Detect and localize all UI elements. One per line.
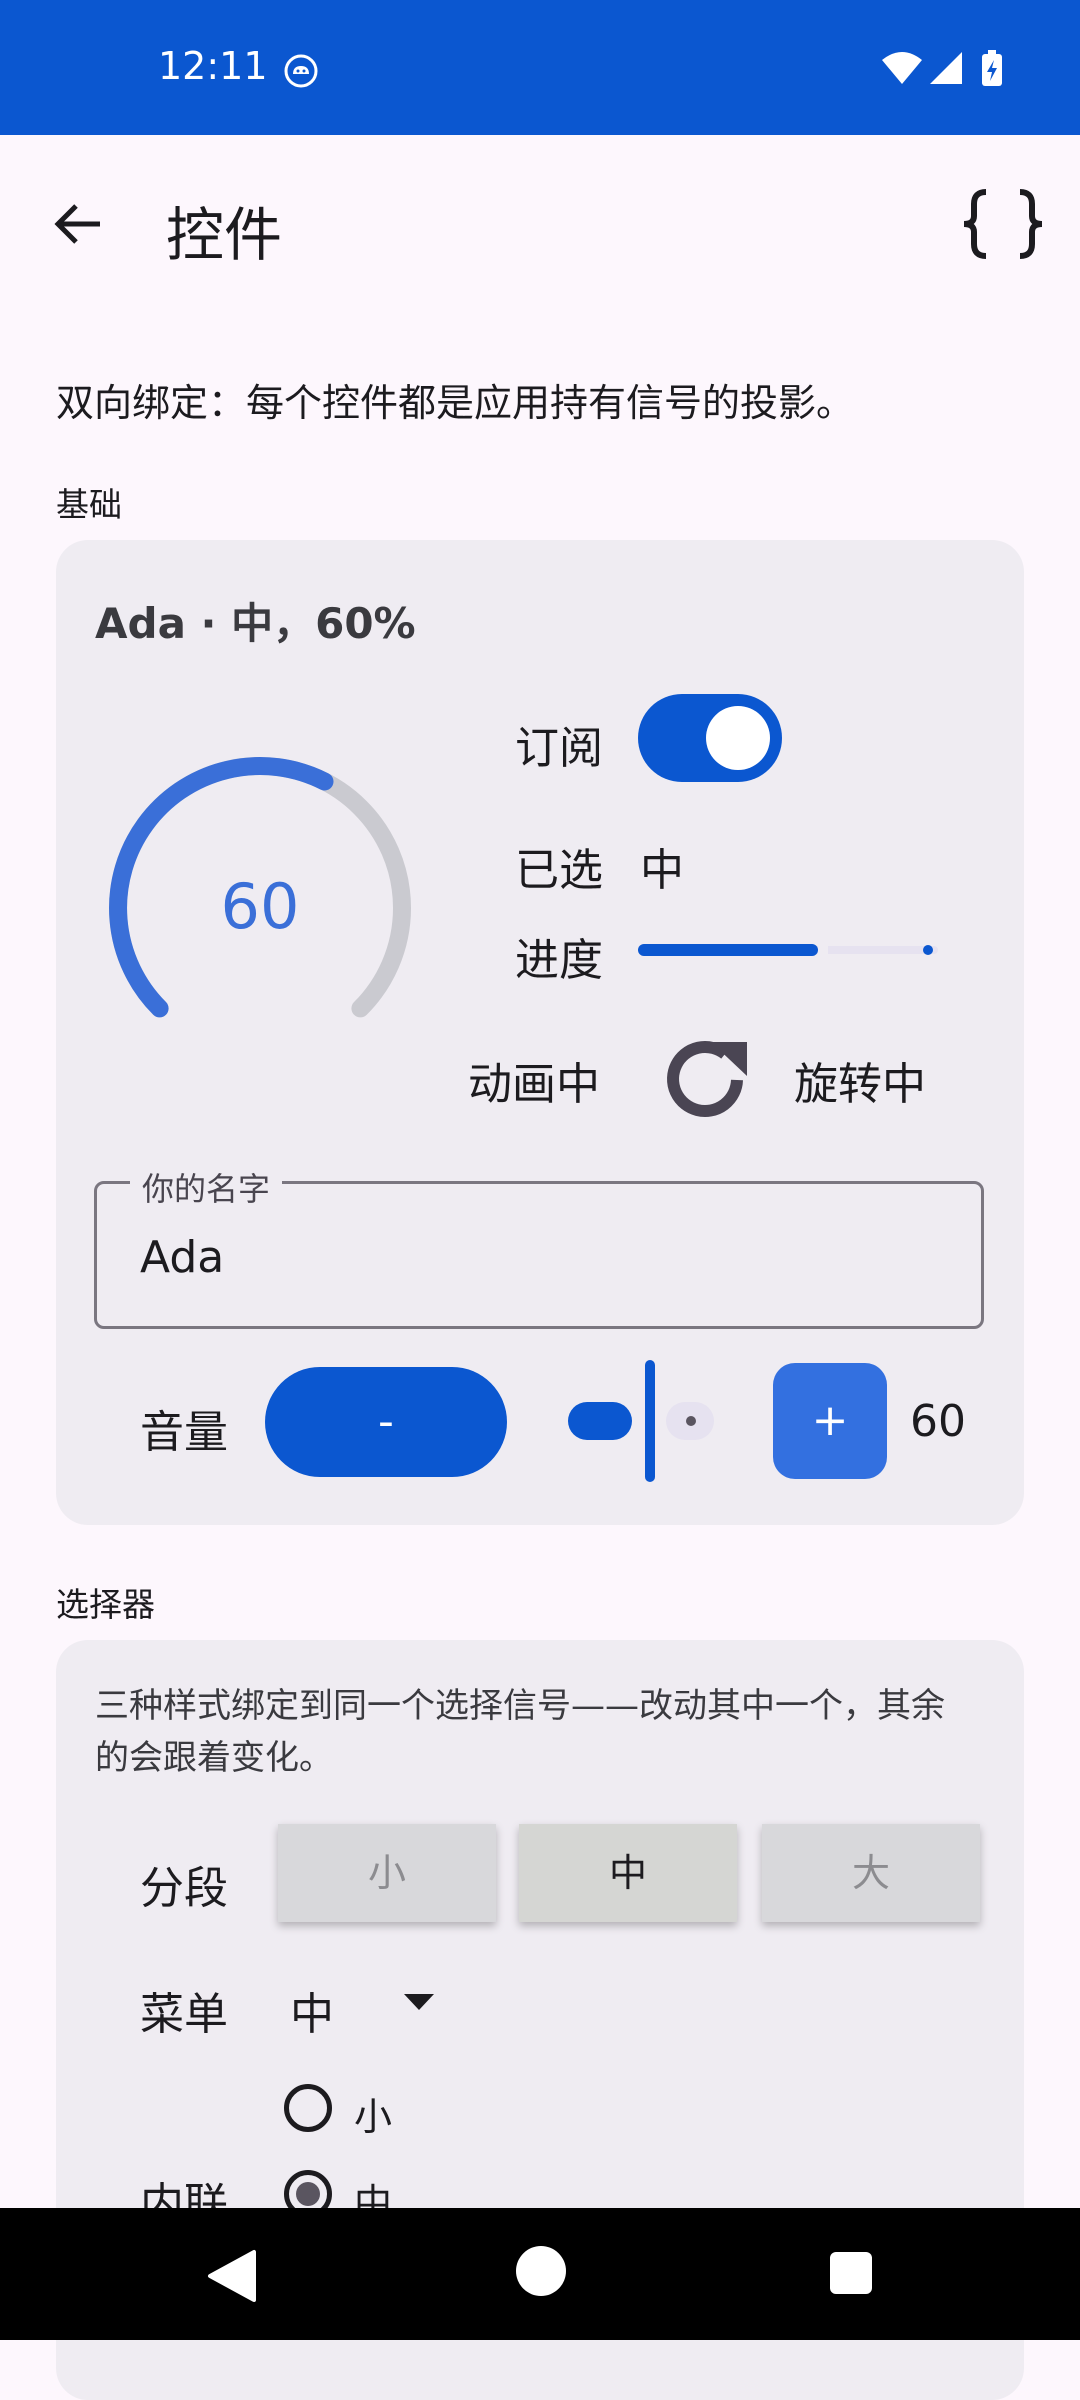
segment-small[interactable]: 小 [278, 1824, 496, 1922]
progress-gap [818, 944, 828, 956]
signal-icon [930, 52, 962, 84]
name-input-value[interactable]: Ada [140, 1232, 224, 1283]
refresh-icon [667, 1041, 747, 1117]
picker-description: 三种样式绑定到同一个选择信号——改动其中一个，其余的会跟着变化。 [95, 1686, 945, 1778]
gauge-value: 60 [220, 870, 300, 943]
back-arrow-icon[interactable] [40, 186, 116, 262]
menu-label: 菜单 [140, 1989, 228, 2040]
status-icons [882, 50, 1002, 86]
cat-notification-icon [284, 54, 318, 88]
dropdown-arrow-icon[interactable] [404, 1992, 434, 2012]
status-time: 12:11 [158, 44, 268, 88]
nav-recents-icon[interactable] [830, 2252, 872, 2294]
nav-home-icon[interactable] [516, 2246, 566, 2296]
volume-value: 60 [910, 1396, 966, 1447]
section-label-picker: 选择器 [56, 1585, 155, 1624]
progress-label: 进度 [515, 935, 603, 986]
code-braces-icon[interactable] [958, 186, 1048, 262]
summary-text: Ada · 中，60% [95, 599, 416, 648]
radio-medium-selected-dot [296, 2182, 320, 2206]
volume-increase-button[interactable]: + [773, 1363, 887, 1479]
rotating-label: 旋转中 [794, 1059, 926, 1110]
segment-label: 分段 [140, 1863, 228, 1914]
volume-slider-handle [645, 1360, 655, 1482]
nav-back-icon[interactable] [206, 2248, 258, 2304]
wifi-icon [882, 52, 922, 84]
volume-slider-stop-dot [686, 1416, 696, 1426]
segment-medium[interactable]: 中 [519, 1824, 737, 1922]
menu-dropdown-value[interactable]: 中 [290, 1978, 334, 2042]
subscribe-label: 订阅 [515, 723, 603, 774]
volume-slider[interactable] [560, 1358, 720, 1484]
volume-slider-active-track [568, 1402, 632, 1440]
volume-decrease-button[interactable]: - [265, 1367, 507, 1477]
section-label-basic: 基础 [56, 485, 122, 524]
battery-charging-icon [982, 50, 1002, 86]
selected-label: 已选 [515, 845, 603, 896]
volume-label: 音量 [140, 1407, 228, 1458]
radio-small[interactable] [284, 2084, 332, 2132]
segment-large[interactable]: 大 [762, 1824, 980, 1922]
progress-fill [638, 944, 818, 956]
progress-bar [638, 944, 938, 956]
radio-small-label: 小 [354, 2095, 393, 2139]
subtitle: 双向绑定：每个控件都是应用持有信号的投影。 [56, 381, 855, 425]
name-input-label: 你的名字 [130, 1164, 283, 1210]
selected-value: 中 [640, 845, 684, 896]
switch-thumb[interactable] [706, 706, 770, 770]
animating-label: 动画中 [468, 1059, 600, 1110]
progress-stop-dot [923, 945, 933, 955]
page-title: 控件 [166, 201, 283, 269]
